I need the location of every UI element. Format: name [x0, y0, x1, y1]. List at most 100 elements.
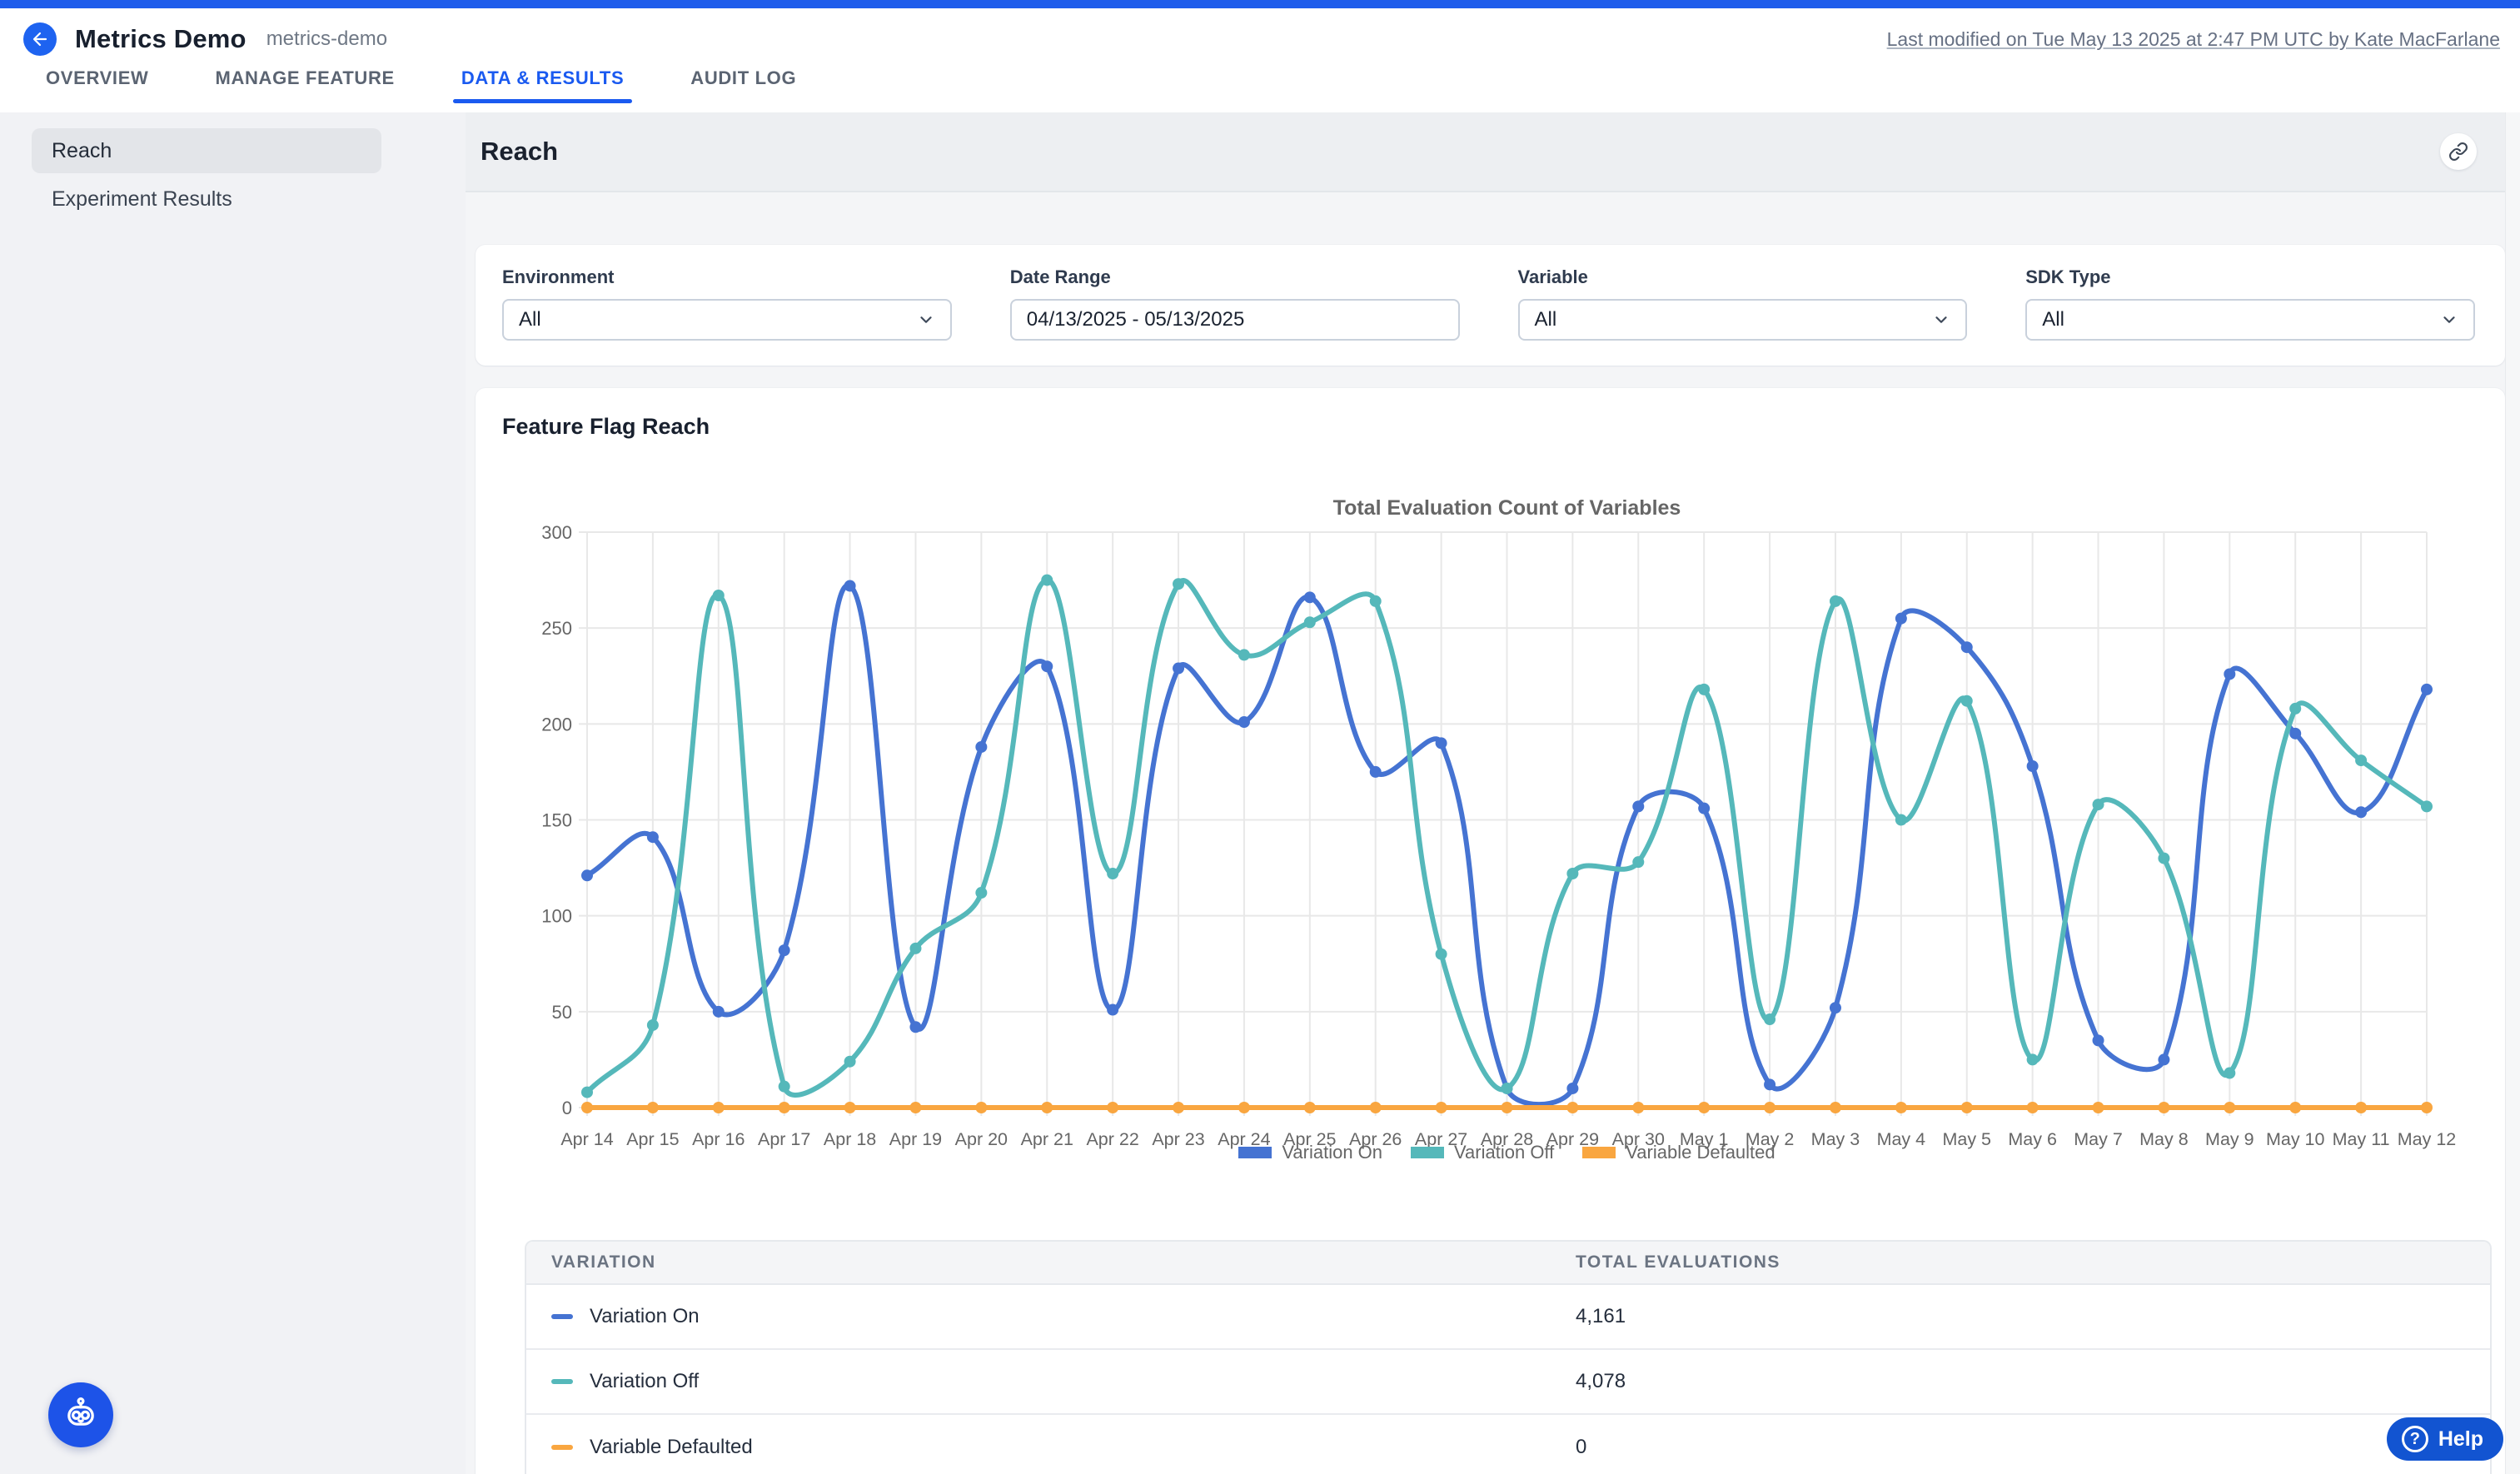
data-point-variation-off — [1041, 575, 1053, 586]
table-row-variation-off: Variation Off4,078 — [526, 1350, 2490, 1415]
data-point-variation-on — [1238, 716, 1250, 728]
variation-table-body: Variation On4,161Variation Off4,078Varia… — [526, 1285, 2490, 1474]
legend-label: Variation Off — [1454, 1142, 1554, 1163]
data-point-variable-defaulted — [713, 1102, 725, 1113]
data-point-variation-off — [2355, 754, 2367, 766]
data-point-variation-on — [1632, 800, 1644, 812]
tab-audit-log[interactable]: AUDIT LOG — [690, 67, 796, 103]
last-modified-link[interactable]: Last modified on Tue May 13 2025 at 2:47… — [1887, 28, 2500, 51]
data-point-variation-on — [2224, 668, 2235, 680]
data-point-variable-defaulted — [2355, 1102, 2367, 1113]
data-point-variation-on — [1698, 803, 1710, 814]
variation-name: Variation Off — [590, 1370, 699, 1393]
data-point-variation-on — [779, 944, 790, 956]
legend-label: Variation On — [1282, 1142, 1382, 1163]
date-range-input[interactable]: 04/13/2025 - 05/13/2025 — [1010, 299, 1460, 341]
help-button[interactable]: ? Help — [2387, 1417, 2503, 1461]
y-axis-tick-label: 50 — [552, 1002, 572, 1023]
data-point-variation-on — [975, 741, 987, 753]
data-point-variable-defaulted — [779, 1102, 790, 1113]
data-point-variable-defaulted — [1436, 1102, 1447, 1113]
reach-line-chart[interactable]: Total Evaluation Count of Variables05010… — [476, 454, 2502, 1187]
data-point-variable-defaulted — [1961, 1102, 1973, 1113]
data-point-variable-defaulted — [2093, 1102, 2104, 1113]
data-point-variation-on — [581, 869, 593, 881]
series-color-dash — [551, 1314, 573, 1319]
y-axis-tick-label: 200 — [541, 714, 572, 735]
data-point-variation-off — [2093, 799, 2104, 810]
feature-tabs: OVERVIEW MANAGE FEATURE DATA & RESULTS AUDI… — [0, 60, 2520, 103]
link-icon — [2448, 142, 2468, 162]
sidebar-item-reach[interactable]: Reach — [32, 128, 381, 173]
data-point-variation-off — [2421, 800, 2433, 812]
filter-select-environment[interactable]: All — [502, 299, 952, 341]
data-point-variation-off — [1566, 868, 1578, 879]
data-point-variable-defaulted — [1566, 1102, 1578, 1113]
data-point-variation-on — [1041, 660, 1053, 672]
filter-select-variable[interactable]: All — [1518, 299, 1968, 341]
data-point-variation-off — [2027, 1053, 2039, 1065]
tab-data-results[interactable]: DATA & RESULTS — [461, 67, 624, 103]
data-point-variable-defaulted — [844, 1102, 856, 1113]
content: ReachExperiment Results Reach Environmen… — [0, 112, 2520, 1474]
data-point-variation-off — [2158, 853, 2169, 864]
data-point-variable-defaulted — [2421, 1102, 2433, 1113]
filter-select-sdk-type[interactable]: All — [2025, 299, 2475, 341]
filter-group-variable: Variable All — [1518, 266, 1968, 366]
data-point-variation-on — [1436, 737, 1447, 749]
chart-legend: Variation On Variation Off Variable Defaul… — [587, 1142, 2427, 1163]
results-sidebar: ReachExperiment Results — [0, 112, 466, 1474]
chart-area: Total Evaluation Count of Variables05010… — [476, 454, 2505, 1187]
data-point-variable-defaulted — [2224, 1102, 2235, 1113]
filter-value: 04/13/2025 - 05/13/2025 — [1027, 308, 1245, 331]
data-point-variable-defaulted — [1173, 1102, 1184, 1113]
data-point-variation-off — [713, 590, 725, 601]
feature-title: Metrics Demo — [75, 24, 247, 54]
data-point-variation-on — [1107, 1004, 1118, 1016]
legend-swatch — [1582, 1147, 1616, 1158]
tab-manage-feature[interactable]: MANAGE FEATURE — [215, 67, 394, 103]
data-point-variable-defaulted — [1698, 1102, 1710, 1113]
data-point-variable-defaulted — [2158, 1102, 2169, 1113]
data-point-variation-off — [1173, 578, 1184, 590]
main-scroll-area: EnvironmentAllDate Range04/13/2025 - 05/… — [466, 192, 2520, 1474]
legend-item-variation-off[interactable]: Variation Off — [1411, 1142, 1554, 1163]
back-button[interactable] — [23, 22, 57, 56]
chart-title: Total Evaluation Count of Variables — [1333, 496, 1681, 520]
help-button-label: Help — [2438, 1427, 2483, 1452]
data-point-variation-off — [1632, 856, 1644, 868]
variation-table-header: VARIATION TOTAL EVALUATIONS — [526, 1242, 2490, 1285]
data-point-variation-on — [2289, 728, 2301, 739]
data-point-variation-on — [1895, 613, 1907, 625]
data-point-variation-on — [1830, 1002, 1841, 1013]
data-point-variation-off — [844, 1056, 856, 1068]
data-point-variation-on — [1566, 1083, 1578, 1094]
data-point-variation-on — [2093, 1034, 2104, 1046]
table-row-variation-on: Variation On4,161 — [526, 1285, 2490, 1350]
variation-name: Variable Defaulted — [590, 1436, 753, 1459]
data-point-variable-defaulted — [1238, 1102, 1250, 1113]
variation-table: VARIATION TOTAL EVALUATIONS Variation On… — [525, 1240, 2492, 1474]
assistant-button[interactable] — [48, 1382, 113, 1447]
legend-item-variable-defaulted[interactable]: Variable Defaulted — [1582, 1142, 1775, 1163]
section-title: Reach — [481, 137, 2440, 167]
data-point-variation-on — [2027, 760, 2039, 772]
data-point-variation-off — [1764, 1013, 1775, 1025]
sidebar-item-experiment-results[interactable]: Experiment Results — [32, 177, 381, 222]
feature-slug: metrics-demo — [266, 27, 387, 51]
y-axis-tick-label: 300 — [541, 522, 572, 543]
data-point-variable-defaulted — [1370, 1102, 1382, 1113]
data-point-variation-off — [1370, 595, 1382, 607]
tab-overview[interactable]: OVERVIEW — [46, 67, 148, 103]
vertical-scrollbar[interactable] — [2505, 8, 2520, 1474]
data-point-variation-on — [1764, 1078, 1775, 1090]
filter-label: Variable — [1518, 266, 1968, 288]
data-point-variable-defaulted — [975, 1102, 987, 1113]
data-point-variation-off — [1238, 649, 1250, 660]
data-point-variation-on — [2158, 1053, 2169, 1065]
chevron-down-icon — [2440, 311, 2458, 329]
variation-name: Variation On — [590, 1305, 700, 1328]
legend-item-variation-on[interactable]: Variation On — [1238, 1142, 1382, 1163]
copy-link-button[interactable] — [2440, 133, 2477, 170]
series-color-dash — [551, 1445, 573, 1450]
